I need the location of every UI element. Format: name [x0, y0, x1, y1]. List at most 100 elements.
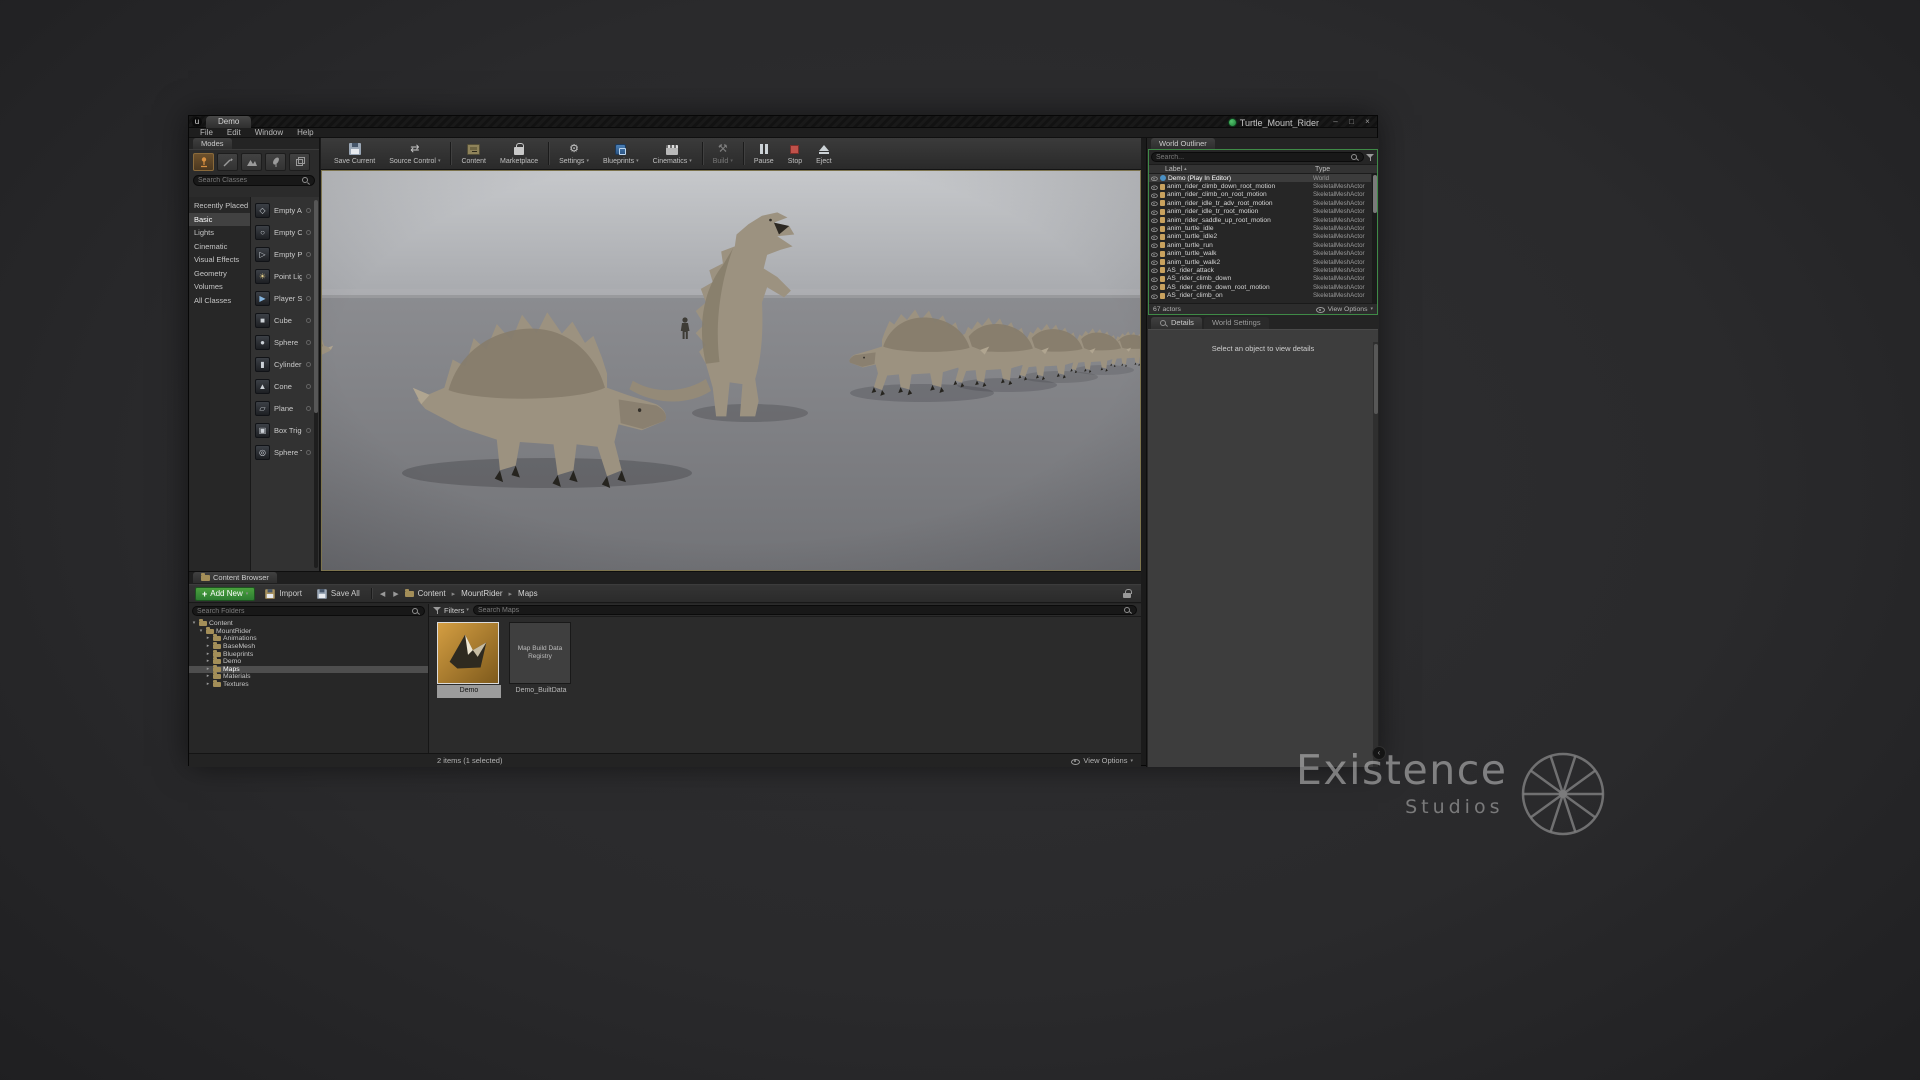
- visibility-eye-icon[interactable]: [1151, 284, 1158, 291]
- category-lights[interactable]: Lights: [189, 226, 250, 240]
- cinematics-button[interactable]: Cinematics ▾: [646, 138, 699, 169]
- visibility-eye-icon[interactable]: [1151, 267, 1158, 274]
- outliner-row[interactable]: anim_rider_saddle_up_root_motion Skeletal…: [1149, 216, 1371, 224]
- modes-search-input[interactable]: [198, 177, 298, 184]
- visibility-eye-icon[interactable]: [1151, 234, 1158, 240]
- minimize-button[interactable]: –: [1329, 117, 1342, 127]
- breadcrumb-maps[interactable]: Maps: [518, 589, 538, 598]
- outliner-row[interactable]: anim_rider_idle_tr_adv_root_motion Skelet…: [1149, 199, 1371, 207]
- level-viewport[interactable]: [321, 170, 1141, 571]
- outliner-row[interactable]: anim_turtle_walk SkeletalMeshActor: [1149, 250, 1371, 258]
- tree-row-blueprints[interactable]: ▸ Blueprints: [189, 649, 428, 658]
- place-mode-icon[interactable]: [193, 153, 214, 171]
- drag-handle[interactable]: [306, 295, 311, 301]
- tree-row-basemesh[interactable]: ▸ BaseMesh: [189, 642, 428, 651]
- expander-icon[interactable]: ▾: [198, 628, 204, 635]
- expander-icon[interactable]: ▸: [205, 658, 211, 665]
- menu-help[interactable]: Help: [290, 128, 320, 138]
- place-item-empty-character[interactable]: ○ Empty Chara: [255, 221, 311, 243]
- cb-view-options-button[interactable]: View Options ▾: [1071, 756, 1141, 765]
- save-all-button[interactable]: Save All: [311, 587, 365, 601]
- forward-arrow-icon[interactable]: ▶: [391, 590, 400, 598]
- expander-icon[interactable]: ▸: [205, 681, 211, 688]
- tree-row-textures[interactable]: ▸ Textures: [189, 680, 428, 689]
- build-button[interactable]: ⚒ Build ▾: [706, 138, 740, 169]
- paint-mode-icon[interactable]: [217, 153, 238, 171]
- outliner-row[interactable]: anim_turtle_run SkeletalMeshActor: [1149, 241, 1371, 249]
- outliner-row[interactable]: anim_turtle_idle SkeletalMeshActor: [1149, 224, 1371, 232]
- expander-icon[interactable]: ▸: [205, 651, 211, 658]
- tree-row-mountrider[interactable]: ▾ MountRider: [189, 626, 428, 636]
- visibility-eye-icon[interactable]: [1151, 251, 1158, 257]
- menu-edit[interactable]: Edit: [220, 128, 248, 138]
- label-column-header[interactable]: Label: [1165, 166, 1182, 173]
- place-item-player-start[interactable]: ▶ Player Start: [255, 287, 311, 309]
- eject-button[interactable]: Eject: [809, 138, 839, 169]
- outliner-row[interactable]: anim_turtle_idle2 SkeletalMeshActor: [1149, 233, 1371, 241]
- tree-row-materials[interactable]: ▸ Materials: [189, 672, 428, 681]
- place-item-empty-pawn[interactable]: ▷ Empty Pawn: [255, 243, 311, 265]
- pause-button[interactable]: Pause: [747, 138, 781, 169]
- visibility-eye-icon[interactable]: [1151, 200, 1158, 207]
- category-visual-effects[interactable]: Visual Effects: [189, 253, 250, 267]
- drag-handle[interactable]: [306, 229, 311, 235]
- outliner-row[interactable]: anim_rider_climb_down_root_motion Skeleta…: [1149, 182, 1371, 190]
- type-column-header[interactable]: Type: [1315, 166, 1377, 173]
- category-cinematic[interactable]: Cinematic: [189, 240, 250, 254]
- place-item-sphere[interactable]: ● Sphere: [255, 331, 311, 353]
- lock-icon[interactable]: [1123, 588, 1132, 599]
- asset-demo[interactable]: Demo: [437, 622, 501, 698]
- breadcrumb-mountrider[interactable]: MountRider: [461, 589, 502, 598]
- world-outliner-tab[interactable]: World Outliner: [1151, 138, 1215, 149]
- drag-handle[interactable]: [306, 427, 311, 433]
- asset-demo-builtdata[interactable]: Map Build Data Registry Demo_BuiltData: [509, 622, 573, 698]
- content-button[interactable]: Content: [454, 138, 493, 169]
- import-button[interactable]: Import: [259, 587, 307, 601]
- category-all-classes[interactable]: All Classes: [189, 294, 250, 308]
- drag-handle[interactable]: [306, 361, 311, 367]
- close-button[interactable]: ×: [1361, 117, 1374, 127]
- place-list-scrollbar[interactable]: [314, 200, 318, 568]
- expander-icon[interactable]: ▾: [191, 620, 197, 627]
- place-item-empty-actor[interactable]: ◇ Empty Actor: [255, 199, 311, 221]
- add-new-button[interactable]: + Add New ▾: [195, 586, 256, 601]
- tree-row-maps[interactable]: ▸ Maps: [189, 664, 428, 674]
- details-scrollbar[interactable]: [1373, 342, 1378, 767]
- drag-handle[interactable]: [306, 405, 311, 411]
- outliner-view-options-button[interactable]: View Options ▾: [1315, 305, 1373, 313]
- drag-handle[interactable]: [306, 273, 311, 279]
- drag-handle[interactable]: [306, 251, 311, 257]
- marketplace-button[interactable]: Marketplace: [493, 138, 545, 169]
- category-recently-placed[interactable]: Recently Placed: [189, 199, 250, 213]
- outliner-row[interactable]: AS_rider_climb_down SkeletalMeshActor: [1149, 275, 1371, 283]
- foliage-mode-icon[interactable]: [265, 153, 286, 171]
- place-item-sphere-trigger[interactable]: ◎ Sphere Trigg: [255, 441, 311, 463]
- outliner-row-world[interactable]: Demo (Play In Editor) World: [1149, 174, 1371, 183]
- place-item-point-light[interactable]: ☀ Point Light: [255, 265, 311, 287]
- drag-handle[interactable]: [306, 207, 311, 213]
- outliner-row[interactable]: anim_turtle_walk2 SkeletalMeshActor: [1149, 258, 1371, 266]
- geometry-mode-icon[interactable]: [289, 153, 310, 171]
- outliner-filter-icon[interactable]: [1366, 153, 1375, 162]
- visibility-eye-icon[interactable]: [1151, 217, 1158, 224]
- outliner-search-input[interactable]: [1156, 153, 1347, 161]
- drag-handle[interactable]: [306, 339, 311, 345]
- stop-button[interactable]: Stop: [781, 138, 809, 169]
- tab-details[interactable]: Details: [1151, 317, 1202, 329]
- blueprints-button[interactable]: Blueprints ▾: [596, 138, 646, 169]
- place-item-cone[interactable]: ▲ Cone: [255, 375, 311, 397]
- category-volumes[interactable]: Volumes: [189, 280, 250, 294]
- menu-window[interactable]: Window: [248, 128, 290, 138]
- place-item-plane[interactable]: ▱ Plane: [255, 397, 311, 419]
- visibility-eye-icon[interactable]: [1151, 209, 1158, 215]
- modes-tab[interactable]: Modes: [193, 138, 232, 149]
- visibility-eye-icon[interactable]: [1151, 184, 1158, 190]
- expander-icon[interactable]: ▸: [205, 673, 211, 680]
- outliner-row[interactable]: anim_rider_idle_tr_root_motion SkeletalMe…: [1149, 208, 1371, 216]
- visibility-eye-icon[interactable]: [1151, 276, 1158, 282]
- place-item-box-trigger[interactable]: ▣ Box Trigger: [255, 419, 311, 441]
- drag-handle[interactable]: [306, 317, 311, 323]
- outliner-row[interactable]: AS_rider_climb_down_root_motion SkeletalM…: [1149, 283, 1371, 291]
- category-basic[interactable]: Basic: [189, 212, 250, 226]
- save-current-button[interactable]: Save Current: [327, 138, 382, 169]
